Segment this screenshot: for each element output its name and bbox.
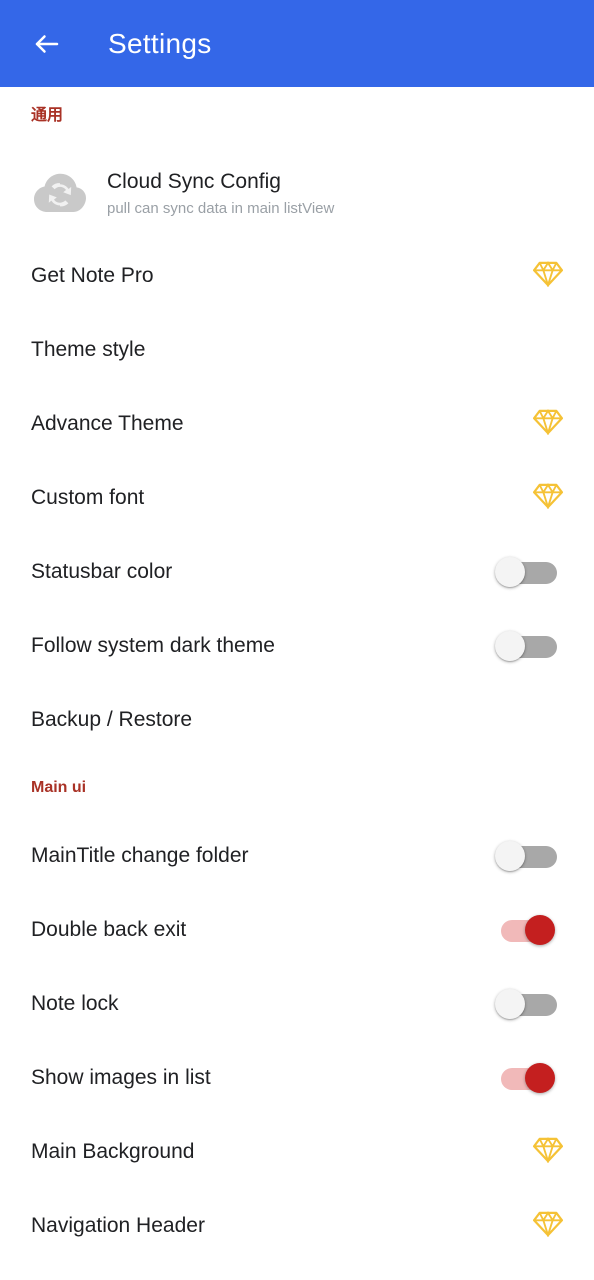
row-show-images-in-list[interactable]: Show images in list [0,1041,594,1115]
row-note-lock[interactable]: Note lock [0,967,594,1041]
row-custom-font[interactable]: Custom font [0,461,594,535]
row-label: Follow system dark theme [31,634,275,658]
toggle-statusbar-color[interactable] [495,557,557,587]
row-trailing [483,1056,563,1100]
row-cloud-sync-config[interactable]: Cloud Sync Config pull can sync data in … [0,147,594,239]
toggle-thumb [495,989,525,1019]
row-label: Statusbar color [31,560,173,584]
settings-screen: Settings 通用 Cloud Sync Config pull can s… [0,0,594,1280]
row-trailing [483,328,563,372]
row-trailing [483,624,563,668]
toggle-double-back-exit[interactable] [495,915,557,945]
cloud-sync-icon [31,168,89,218]
row-label: Advance Theme [31,412,184,436]
page-title: Settings [108,27,212,59]
row-label: Show images in list [31,1066,211,1090]
section-header-general: 通用 [31,107,64,124]
row-trailing [483,402,564,446]
row-label: MainTitle change folder [31,844,249,868]
toggle-show-images-in-list[interactable] [495,1063,557,1093]
row-get-note-pro[interactable]: Get Note Pro [0,239,594,313]
row-trailing [483,982,563,1026]
row-trailing [483,834,563,878]
row-label: Note lock [31,992,119,1016]
toggle-thumb [495,841,525,871]
row-backup-restore[interactable]: Backup / Restore [0,683,594,757]
toggle-thumb [525,1063,555,1093]
section-header-main-ui: Main ui [31,779,87,796]
toggle-maintitle-change-folder[interactable] [495,841,557,871]
row-label: Navigation Header [31,1214,205,1238]
row-theme-style[interactable]: Theme style [0,313,594,387]
row-trailing [483,550,563,594]
row-label: Backup / Restore [31,708,193,732]
row-trailing [483,698,563,742]
row-trailing [483,1204,564,1248]
row-trailing [483,908,563,952]
toggle-thumb [495,631,525,661]
app-bar: Settings [0,0,594,87]
toggle-thumb [525,915,555,945]
gem-icon [532,408,564,440]
row-navigation-header[interactable]: Navigation Header [0,1189,594,1263]
toggle-follow-system-dark-theme[interactable] [495,631,557,661]
row-label: Main Background [31,1140,195,1164]
gem-icon [532,1210,564,1242]
row-statusbar-color[interactable]: Statusbar color [0,535,594,609]
row-trailing [483,476,564,520]
row-label: Theme style [31,338,146,362]
gem-icon [532,260,564,292]
row-maintitle-change-folder[interactable]: MainTitle change folder [0,819,594,893]
bottom-spacer [0,1263,594,1280]
gem-icon [532,1136,564,1168]
back-button[interactable] [26,23,68,65]
row-label: Double back exit [31,918,187,942]
row-main-background[interactable]: Main Background [0,1115,594,1189]
row-trailing [483,1130,564,1174]
row-trailing [483,254,564,298]
row-label: Cloud Sync Config [107,169,281,193]
row-label: Get Note Pro [31,264,154,288]
arrow-left-icon [32,29,62,59]
row-double-back-exit[interactable]: Double back exit [0,893,594,967]
toggle-thumb [495,557,525,587]
row-subtitle: pull can sync data in main listView [107,199,335,217]
cloud-sync-text-block: Cloud Sync Config pull can sync data in … [107,171,334,216]
gem-icon [532,482,564,514]
row-label: Custom font [31,486,145,510]
toggle-note-lock[interactable] [495,989,557,1019]
row-advance-theme[interactable]: Advance Theme [0,387,594,461]
row-follow-system-dark-theme[interactable]: Follow system dark theme [0,609,594,683]
